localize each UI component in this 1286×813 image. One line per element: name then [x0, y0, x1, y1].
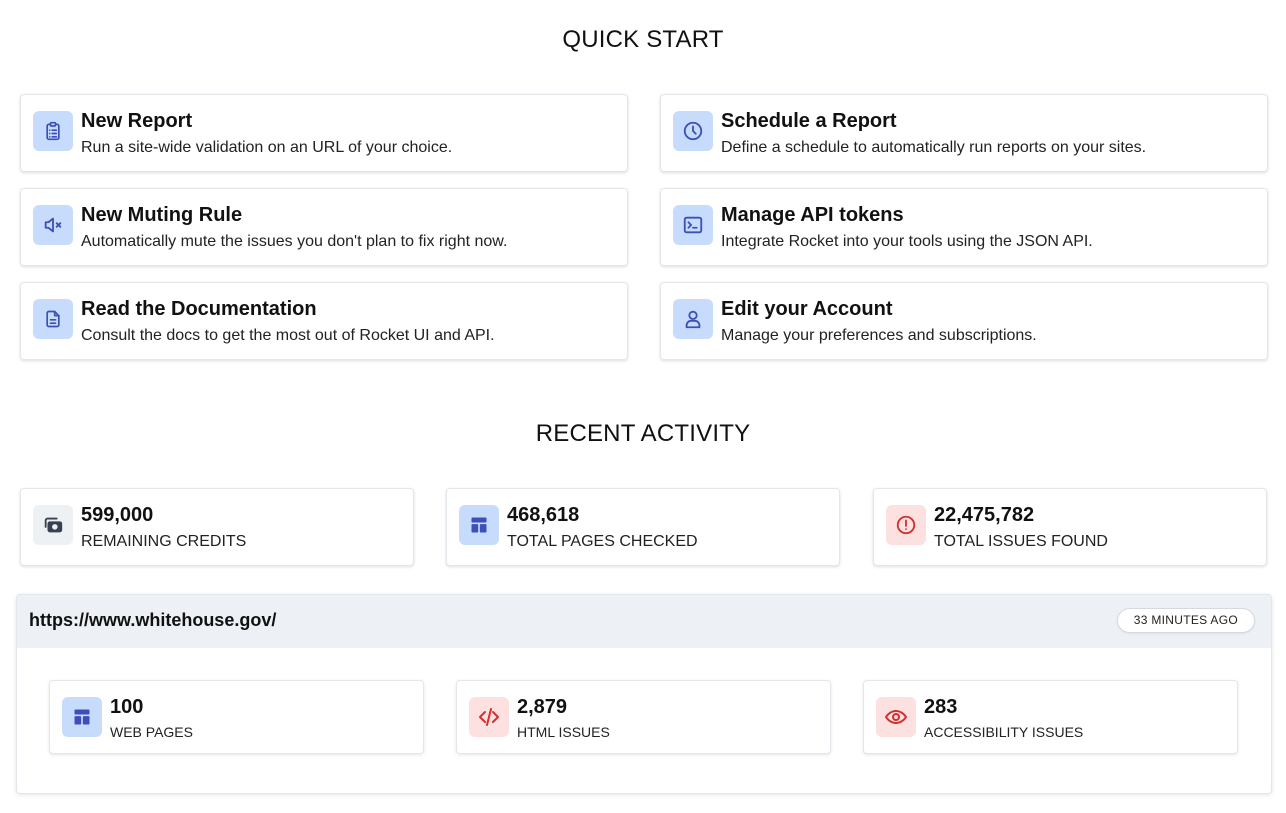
- edit-account-card[interactable]: Edit your Account Manage your preference…: [660, 282, 1268, 360]
- stat-label: HTML ISSUES: [517, 724, 610, 740]
- terminal-icon: [673, 205, 713, 245]
- card-title: New Report: [81, 110, 193, 132]
- card-description: Run a site-wide validation on an URL of …: [81, 139, 453, 156]
- card-title: New Muting Rule: [81, 204, 243, 226]
- new-report-card[interactable]: New Report Run a site-wide validation on…: [20, 94, 628, 172]
- card-description: Define a schedule to automatically run r…: [721, 139, 1147, 156]
- card-description: Consult the docs to get the most out of …: [81, 327, 495, 344]
- stat-value: 468,618: [507, 504, 580, 526]
- html-issues-card[interactable]: 2,879 HTML ISSUES: [456, 680, 831, 754]
- card-description: Automatically mute the issues you don't …: [81, 233, 508, 250]
- code-icon: [469, 697, 509, 737]
- card-title: Schedule a Report: [721, 110, 897, 132]
- latest-report-panel: https://www.whitehouse.gov/ 33 MINUTES A…: [16, 594, 1272, 794]
- clock-icon: [673, 111, 713, 151]
- stat-label: ACCESSIBILITY ISSUES: [924, 724, 1084, 740]
- eye-icon: [876, 697, 916, 737]
- schedule-report-card[interactable]: Schedule a Report Define a schedule to a…: [660, 94, 1268, 172]
- stat-value: 100: [110, 696, 144, 718]
- manage-api-tokens-card[interactable]: Manage API tokens Integrate Rocket into …: [660, 188, 1268, 266]
- recent-activity-title: RECENT ACTIVITY: [535, 420, 751, 447]
- card-description: Integrate Rocket into your tools using t…: [721, 233, 1093, 250]
- total-pages-checked-card: 468,618 TOTAL PAGES CHECKED: [446, 488, 840, 566]
- web-pages-card[interactable]: 100 WEB PAGES: [49, 680, 424, 754]
- clipboard-list-icon: [33, 111, 73, 151]
- stat-label: WEB PAGES: [110, 724, 193, 740]
- card-title: Edit your Account: [721, 298, 893, 320]
- card-description: Manage your preferences and subscription…: [721, 327, 1037, 344]
- report-header: https://www.whitehouse.gov/ 33 MINUTES A…: [17, 595, 1271, 648]
- stat-value: 2,879: [517, 696, 568, 718]
- user-icon: [673, 299, 713, 339]
- report-time-badge: 33 MINUTES AGO: [1116, 608, 1255, 633]
- stat-value: 22,475,782: [934, 504, 1035, 526]
- stat-value: 599,000: [81, 504, 154, 526]
- layout-icon: [459, 505, 499, 545]
- volume-mute-icon: [33, 205, 73, 245]
- credits-icon: [33, 505, 73, 545]
- stat-label: TOTAL PAGES CHECKED: [507, 533, 698, 550]
- stat-value: 283: [924, 696, 958, 718]
- quick-start-title: QUICK START: [562, 26, 724, 53]
- read-documentation-card[interactable]: Read the Documentation Consult the docs …: [20, 282, 628, 360]
- card-title: Read the Documentation: [81, 298, 317, 320]
- total-issues-found-card: 22,475,782 TOTAL ISSUES FOUND: [873, 488, 1267, 566]
- remaining-credits-card: 599,000 REMAINING CREDITS: [20, 488, 414, 566]
- card-title: Manage API tokens: [721, 204, 904, 226]
- new-muting-rule-card[interactable]: New Muting Rule Automatically mute the i…: [20, 188, 628, 266]
- layout-icon: [62, 697, 102, 737]
- report-url-link[interactable]: https://www.whitehouse.gov/: [29, 610, 276, 631]
- stat-label: TOTAL ISSUES FOUND: [934, 533, 1108, 550]
- accessibility-issues-card[interactable]: 283 ACCESSIBILITY ISSUES: [863, 680, 1238, 754]
- stat-label: REMAINING CREDITS: [81, 533, 247, 550]
- alert-circle-icon: [886, 505, 926, 545]
- document-icon: [33, 299, 73, 339]
